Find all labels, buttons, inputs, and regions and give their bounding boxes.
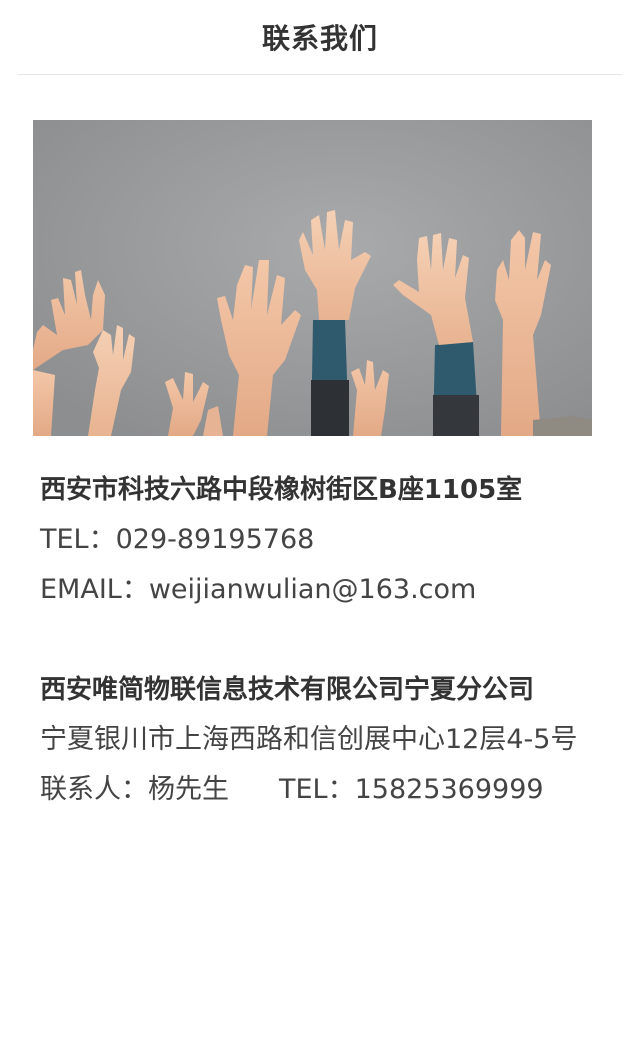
page-title: 联系我们 bbox=[261, 22, 378, 55]
office-main-address: 西安市科技六路中段橡树街区B座1105室 bbox=[40, 475, 523, 505]
branch-company-name: 西安唯简物联信息技术有限公司宁夏分公司 bbox=[40, 675, 535, 705]
raised-hands-illustration bbox=[33, 120, 592, 436]
page-header: 联系我们 bbox=[18, 0, 622, 75]
branch-contact-person: 联系人：杨先生 bbox=[40, 774, 229, 805]
branch-tel[interactable]: TEL：15825369999 bbox=[279, 774, 544, 805]
banner-image bbox=[33, 120, 592, 436]
office-main-tel[interactable]: TEL：029-89195768 bbox=[40, 515, 620, 565]
branch-contact-row: 联系人：杨先生 TEL：15825369999 bbox=[40, 765, 620, 815]
branch-address: 宁夏银川市上海西路和信创展中心12层4-5号 bbox=[40, 724, 578, 755]
office-main-email[interactable]: EMAIL：weijianwulian@163.com bbox=[40, 565, 620, 615]
office-main: 西安市科技六路中段橡树街区B座1105室 TEL：029-89195768 EM… bbox=[40, 465, 620, 615]
office-branch: 西安唯简物联信息技术有限公司宁夏分公司 宁夏银川市上海西路和信创展中心12层4-… bbox=[40, 665, 620, 815]
